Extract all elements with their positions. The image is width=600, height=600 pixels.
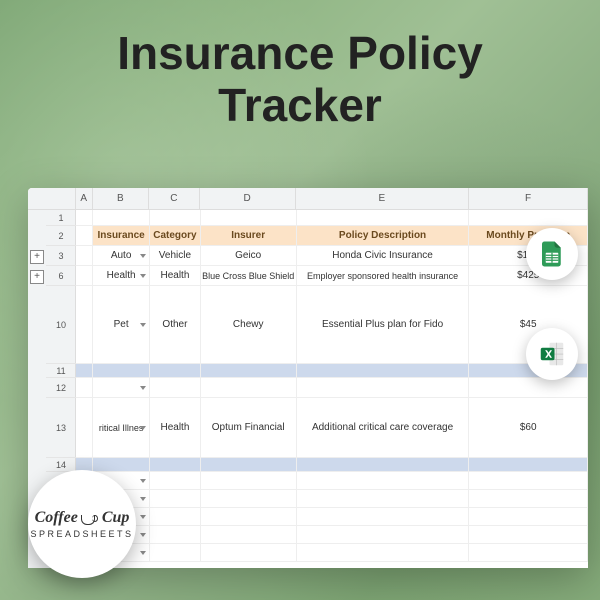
category-cell[interactable]: Other xyxy=(150,286,201,364)
logo-text-1b: Cup xyxy=(102,509,130,527)
col-header[interactable]: E xyxy=(296,188,470,209)
brand-logo: Coffee Cup SPREADSHEETS xyxy=(28,470,136,578)
insurer-cell[interactable]: Chewy xyxy=(201,286,297,364)
row-num[interactable]: 1 xyxy=(46,210,76,226)
column-headers: A B C D E F xyxy=(76,188,588,210)
category-cell[interactable]: Health xyxy=(150,398,201,458)
row-num[interactable]: 13 xyxy=(46,398,76,458)
google-sheets-icon xyxy=(526,228,578,280)
col-header[interactable]: F xyxy=(469,188,588,209)
row-num[interactable]: 2 xyxy=(46,226,76,246)
col-header[interactable]: D xyxy=(200,188,296,209)
header-insurance[interactable]: Insurance xyxy=(93,226,150,246)
premium-cell[interactable]: $60 xyxy=(469,398,588,458)
row-num[interactable]: 10 xyxy=(46,286,76,364)
title-line-1: Insurance Policy xyxy=(117,27,483,79)
row-num[interactable]: 6 xyxy=(46,266,76,286)
table-row: Auto Vehicle Geico Honda Civic Insurance… xyxy=(76,246,588,266)
header-category[interactable]: Category xyxy=(150,226,201,246)
excel-icon xyxy=(526,328,578,380)
policy-cell[interactable]: Additional critical care coverage xyxy=(297,398,470,458)
insurance-cell[interactable]: Health xyxy=(93,266,150,286)
category-cell[interactable]: Health xyxy=(150,266,201,286)
insurance-cell[interactable]: Auto xyxy=(93,246,150,266)
col-header[interactable]: C xyxy=(149,188,199,209)
spreadsheet-grid: Insurance Category Insurer Policy Descri… xyxy=(76,210,588,568)
table-row: Pet Other Chewy Essential Plus plan for … xyxy=(76,286,588,364)
col-header[interactable]: A xyxy=(76,188,93,209)
table-row xyxy=(76,378,588,398)
coffee-cup-icon xyxy=(81,511,99,525)
insurer-cell[interactable]: Blue Cross Blue Shield xyxy=(201,266,297,286)
col-header[interactable]: B xyxy=(93,188,150,209)
category-cell[interactable]: Vehicle xyxy=(150,246,201,266)
table-row: Health Health Blue Cross Blue Shield Emp… xyxy=(76,266,588,286)
table-row: ritical Illnes Health Optum Financial Ad… xyxy=(76,398,588,458)
policy-cell[interactable]: Honda Civic Insurance xyxy=(297,246,470,266)
insurer-cell[interactable]: Optum Financial xyxy=(201,398,297,458)
row-num[interactable]: 11 xyxy=(46,364,76,378)
title-line-2: Tracker xyxy=(218,79,382,131)
separator-row xyxy=(76,364,588,378)
row-num[interactable]: 12 xyxy=(46,378,76,398)
product-image: Insurance Policy Tracker 1 2 3 + 6 + 10 … xyxy=(0,0,600,600)
header-insurer[interactable]: Insurer xyxy=(201,226,297,246)
product-title: Insurance Policy Tracker xyxy=(0,0,600,141)
header-policy[interactable]: Policy Description xyxy=(297,226,470,246)
row-num[interactable]: 3 xyxy=(46,246,76,266)
insurance-cell[interactable]: ritical Illnes xyxy=(93,398,150,458)
policy-cell[interactable]: Essential Plus plan for Fido xyxy=(297,286,470,364)
logo-text-1: Coffee xyxy=(35,509,78,527)
group-toggle[interactable]: + xyxy=(30,270,44,284)
logo-text-2: SPREADSHEETS xyxy=(30,529,133,539)
separator-row xyxy=(76,458,588,472)
policy-cell[interactable]: Employer sponsored health insurance xyxy=(297,266,470,286)
insurer-cell[interactable]: Geico xyxy=(201,246,297,266)
table-header-row: Insurance Category Insurer Policy Descri… xyxy=(76,226,588,246)
group-toggle[interactable]: + xyxy=(30,250,44,264)
insurance-cell[interactable]: Pet xyxy=(93,286,150,364)
